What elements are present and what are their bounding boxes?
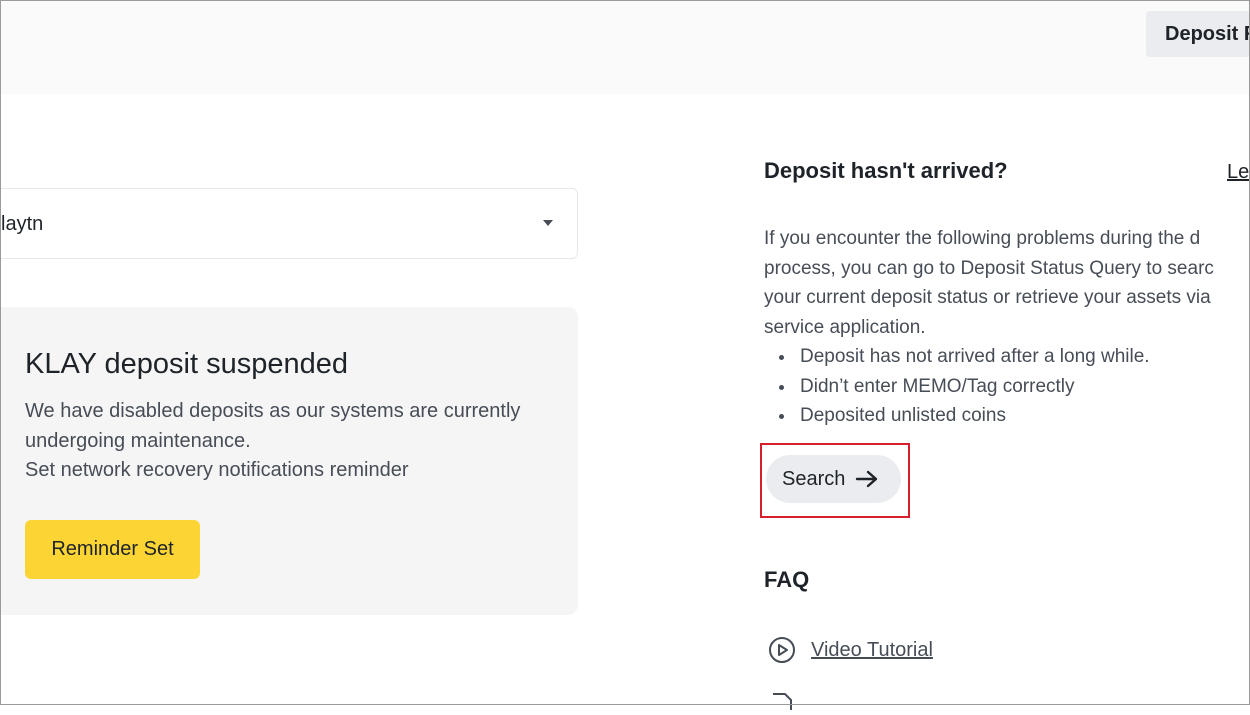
faq-item-video-tutorial[interactable]: Video Tutorial — [768, 636, 933, 664]
deposit-history-button[interactable]: Deposit F — [1146, 11, 1250, 57]
arrow-right-icon — [855, 469, 879, 489]
reminder-set-button[interactable]: Reminder Set — [25, 520, 200, 579]
deposit-help-text: If you encounter the following problems … — [764, 224, 1250, 431]
caret-down-icon — [543, 220, 553, 226]
faq-link-label[interactable]: Video Tutorial — [811, 636, 933, 664]
notice-body: We have disabled deposits as our systems… — [25, 397, 565, 486]
list-item: Deposit has not arrived after a long whi… — [764, 342, 1250, 372]
notice-text-line: Set network recovery notifications remin… — [25, 459, 409, 481]
search-button[interactable]: Search — [766, 455, 901, 503]
help-text-line: process, you can go to Deposit Status Qu… — [764, 257, 1214, 279]
network-select[interactable]: laytn — [0, 188, 578, 259]
network-select-value: laytn — [1, 213, 44, 235]
document-icon — [768, 690, 796, 715]
faq-item-document[interactable] — [768, 690, 796, 715]
deposit-help-title: Deposit hasn't arrived? — [764, 158, 1008, 183]
suspension-notice: KLAY deposit suspended We have disabled … — [0, 307, 578, 615]
learn-more-link[interactable]: Le — [1227, 158, 1249, 186]
problem-list: Deposit has not arrived after a long whi… — [764, 342, 1250, 431]
faq-title: FAQ — [764, 567, 810, 592]
notice-text-line: We have disabled deposits as our systems… — [25, 400, 521, 422]
top-bar: Deposit F — [0, 0, 1250, 94]
help-text-line: your current deposit status or retrieve … — [764, 287, 1211, 308]
help-text-line: service application. — [764, 316, 926, 338]
help-text-line: If you encounter the following problems … — [764, 228, 1201, 249]
notice-text-line: undergoing maintenance. — [25, 429, 251, 452]
search-button-label: Search — [782, 467, 846, 490]
notice-title: KLAY deposit suspended — [25, 348, 349, 380]
list-item: Deposited unlisted coins — [764, 401, 1250, 431]
play-circle-icon — [768, 636, 796, 664]
list-item: Didn’t enter MEMO/Tag correctly — [764, 372, 1250, 402]
